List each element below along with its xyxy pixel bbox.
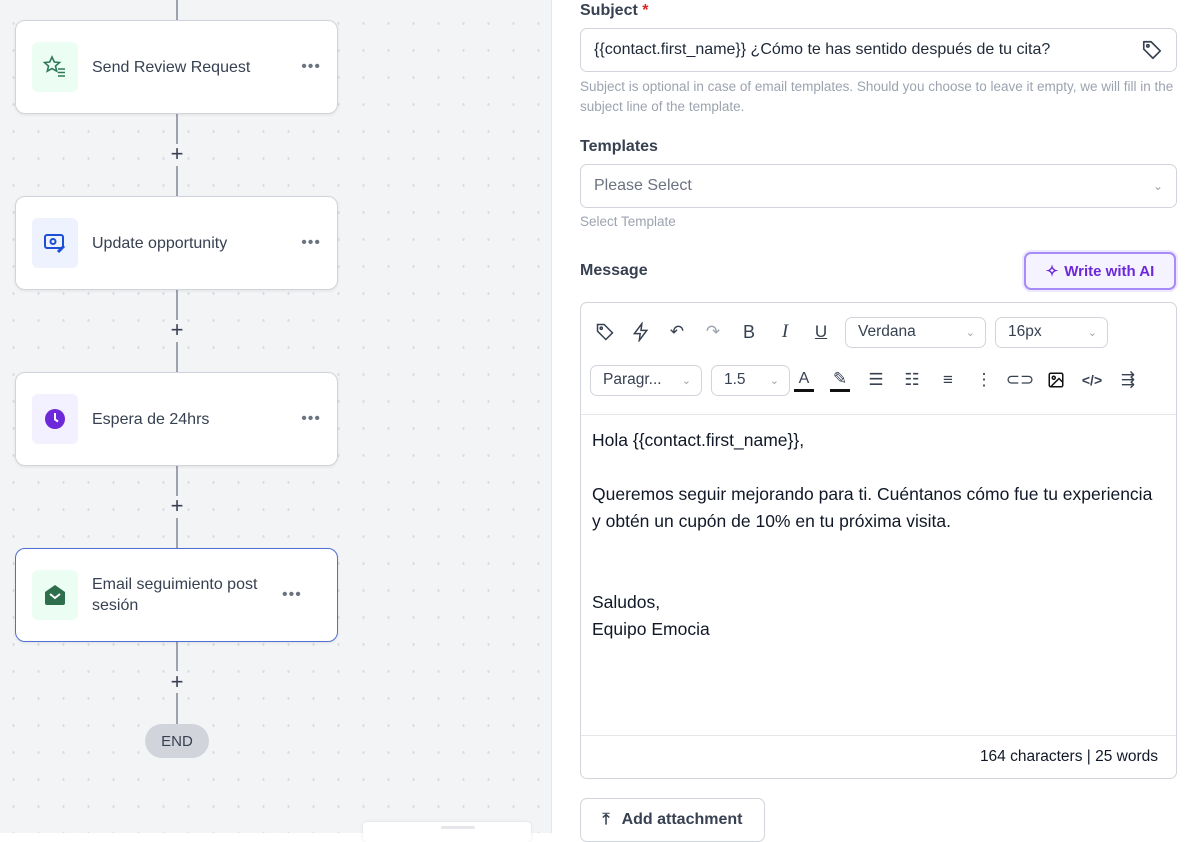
star-list-icon	[32, 42, 78, 92]
underline-icon[interactable]: U	[803, 318, 839, 346]
workflow-node-send-review[interactable]: Send Review Request •••	[15, 20, 338, 114]
code-icon[interactable]: </>	[1074, 366, 1110, 394]
subject-help-text: Subject is optional in case of email tem…	[580, 79, 1174, 114]
connector	[176, 466, 178, 496]
tag-icon[interactable]	[587, 318, 623, 346]
workflow-node-wait[interactable]: Espera de 24hrs •••	[15, 372, 338, 466]
connector	[176, 641, 178, 671]
templates-select[interactable]: Please Select ⌄	[580, 164, 1177, 208]
message-body[interactable]: Hola {{contact.first_name}}, Queremos se…	[581, 414, 1176, 737]
envelope-open-icon	[32, 570, 78, 620]
node-label: Espera de 24hrs	[92, 410, 210, 428]
add-step-button[interactable]: +	[168, 495, 186, 517]
image-icon[interactable]	[1038, 366, 1074, 394]
chevron-down-icon: ⌄	[965, 326, 975, 339]
more-vertical-icon[interactable]: ⋮	[966, 366, 1002, 394]
workflow-node-email[interactable]: Email seguimiento post sesión •••	[15, 548, 338, 642]
redo-icon[interactable]: ↷	[695, 318, 731, 346]
workflow-canvas[interactable]: Send Review Request ••• + Update opportu…	[0, 0, 552, 842]
upload-icon: ⤒	[602, 811, 610, 828]
more-options-icon[interactable]: •••	[301, 234, 321, 252]
minimap-panel[interactable]	[363, 822, 531, 842]
connector	[176, 0, 178, 20]
undo-icon[interactable]: ↶	[659, 318, 695, 346]
lightning-icon[interactable]	[623, 318, 659, 346]
node-label: Send Review Request	[92, 58, 251, 76]
message-editor[interactable]: ↶ ↷ B I U Verdana ⌄ 16px ⌄ Paragr... ⌄ 1.5 ⌄…	[580, 302, 1177, 779]
connector	[176, 693, 178, 724]
chevron-down-icon: ⌄	[1152, 179, 1163, 193]
node-label: Email seguimiento post sesión	[92, 576, 258, 614]
subject-input[interactable]: {{contact.first_name}} ¿Cómo te has sent…	[580, 28, 1177, 72]
write-with-ai-button[interactable]: ✧ Write with AI	[1024, 252, 1176, 290]
node-label: Update opportunity	[92, 234, 228, 252]
character-count: 164 characters | 25 words	[581, 735, 1176, 778]
text-color-icon[interactable]: A	[794, 368, 814, 392]
message-label: Message	[580, 262, 648, 279]
ai-button-label: Write with AI	[1064, 262, 1155, 280]
link-icon[interactable]: ⊂⊃	[1002, 366, 1038, 394]
tag-icon[interactable]	[1141, 39, 1163, 61]
line-height-select[interactable]: 1.5 ⌄	[711, 364, 790, 396]
chevron-down-icon: ⌄	[769, 374, 779, 387]
end-node: END	[145, 724, 209, 758]
money-edit-icon	[32, 218, 78, 268]
block-format-select[interactable]: Paragr... ⌄	[590, 364, 702, 396]
connector	[176, 518, 178, 548]
bullet-list-icon[interactable]: ☰	[858, 366, 894, 394]
more-options-icon[interactable]: •••	[301, 58, 321, 76]
add-step-button[interactable]: +	[168, 319, 186, 341]
attach-label: Add attachment	[621, 811, 743, 828]
bold-icon[interactable]: B	[731, 318, 767, 346]
connector	[176, 114, 178, 144]
add-step-button[interactable]: +	[168, 671, 186, 693]
font-family-select[interactable]: Verdana ⌄	[845, 316, 986, 348]
chevron-down-icon: ⌄	[681, 374, 691, 387]
workflow-node-update-opportunity[interactable]: Update opportunity •••	[15, 196, 338, 290]
add-step-button[interactable]: +	[168, 143, 186, 165]
connector	[176, 166, 178, 196]
numbered-list-icon[interactable]: ☷	[894, 366, 930, 394]
font-size-select[interactable]: 16px ⌄	[995, 316, 1108, 348]
highlight-icon[interactable]: ✎	[830, 368, 850, 392]
clock-icon	[32, 394, 78, 444]
text-wrap-icon[interactable]: ⇶	[1110, 366, 1146, 394]
italic-icon[interactable]: I	[767, 318, 803, 346]
add-attachment-button[interactable]: ⤒ Add attachment	[580, 798, 765, 842]
connector	[176, 342, 178, 372]
subject-label: Subject *	[580, 2, 649, 19]
more-options-icon[interactable]: •••	[301, 410, 321, 428]
connector	[176, 290, 178, 320]
align-icon[interactable]: ≡	[930, 366, 966, 394]
subject-value: {{contact.first_name}} ¿Cómo te has sent…	[594, 41, 1051, 58]
templates-placeholder: Please Select	[594, 177, 692, 194]
sparkle-icon: ✧	[1045, 263, 1059, 280]
more-options-icon[interactable]: •••	[282, 586, 302, 604]
templates-help-text: Select Template	[580, 214, 676, 229]
templates-label: Templates	[580, 138, 658, 155]
chevron-down-icon: ⌄	[1087, 326, 1097, 339]
